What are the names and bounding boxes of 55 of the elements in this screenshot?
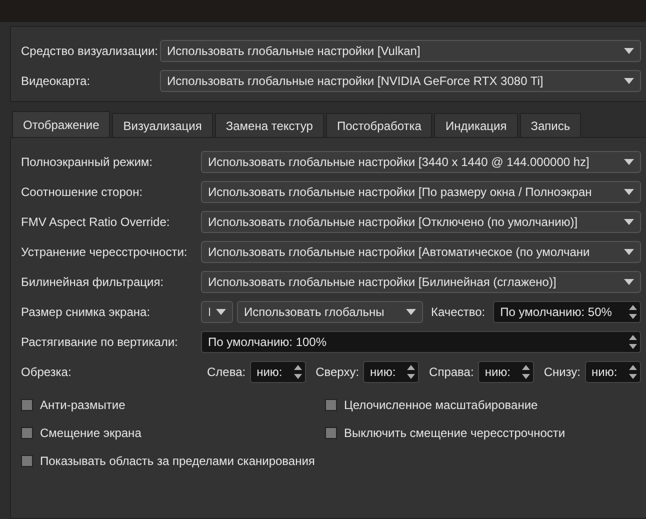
dropdown-arrow-icon	[624, 219, 634, 225]
crop-label: Снизу:	[544, 365, 581, 379]
checkbox[interactable]	[325, 427, 337, 439]
tab[interactable]: Визуализация	[112, 113, 213, 137]
checkbox-label: Показывать область за пределами сканирования	[40, 454, 315, 468]
format-dropdown[interactable]: Использовать глобальны	[237, 301, 423, 323]
dropdown-arrow-icon	[216, 309, 226, 315]
dropdown-arrow-icon	[624, 279, 634, 285]
quality-spinbox[interactable]: По умолчанию: 50%	[493, 301, 641, 323]
setting-label: Устранение чересстрочности:	[21, 245, 188, 259]
setting-dropdown[interactable]: Использовать глобальные настройки [Vulkan]	[160, 40, 641, 62]
setting-label: Соотношение сторон:	[21, 185, 144, 199]
setting-label: Билинейная фильтрация:	[21, 275, 165, 289]
setting-dropdown[interactable]: Использовать глобальные настройки [Отключено (по умолчанию)]	[201, 211, 641, 233]
setting-dropdown[interactable]: Использовать глобальные настройки [3440 x 1440 @ 144.000000 hz]	[201, 151, 641, 173]
tab[interactable]: Замена текстур	[214, 113, 324, 137]
crop-spinbox[interactable]: нию:	[363, 361, 420, 383]
checkbox[interactable]	[325, 399, 337, 411]
checkbox-label: Анти-размытие	[40, 398, 126, 412]
setting-label: Растягивание по вертикали:	[21, 335, 179, 349]
setting-label: FMV Aspect Ratio Override:	[21, 215, 171, 229]
crop-label: Слева:	[207, 365, 246, 379]
setting-dropdown[interactable]: Использовать глобальные настройки [Билинейная (сглажено)]	[201, 271, 641, 293]
setting-dropdown[interactable]: Использовать глобальные настройки [По размеру окна / Полноэкран	[201, 181, 641, 203]
checkbox[interactable]	[21, 399, 33, 411]
setting-dropdown[interactable]: Использовать глобальные настройки [Автоматическое (по умолчани	[201, 241, 641, 263]
dropdown-arrow-icon	[624, 48, 634, 54]
tab[interactable]: Запись	[520, 113, 582, 137]
dropdown-arrow-icon	[624, 249, 634, 255]
setting-dropdown[interactable]: Использовать глобальные настройки [NVIDIA GeForce RTX 3080 Ti]	[160, 70, 641, 92]
dropdown-arrow-icon	[624, 189, 634, 195]
checkbox-label: Смещение экрана	[40, 426, 142, 440]
stretch-spinbox[interactable]: По умолчанию: 100%	[201, 331, 641, 353]
tab[interactable]: Постобработка	[326, 113, 432, 137]
setting-label: Видеокарта:	[21, 74, 92, 88]
setting-label: Размер снимка экрана:	[21, 305, 152, 319]
crop-label: Сверху:	[316, 365, 360, 379]
checkbox-label: Выключить смещение чересстрочности	[344, 426, 566, 440]
setting-label: Средство визуализации:	[21, 44, 156, 58]
tab[interactable]: Отображение	[12, 111, 110, 137]
setting-label: Полноэкранный режим:	[21, 155, 154, 169]
crop-spinbox[interactable]: нию:	[250, 361, 306, 383]
size-dropdown[interactable]: I	[201, 301, 233, 323]
checkbox[interactable]	[21, 455, 33, 467]
setting-label: Обрезка:	[21, 365, 72, 379]
crop-spinbox[interactable]: нию:	[478, 361, 534, 383]
quality-label: Качество:	[431, 305, 486, 319]
checkbox[interactable]	[21, 427, 33, 439]
dropdown-arrow-icon	[624, 78, 634, 84]
crop-spinbox[interactable]: нию:	[584, 361, 641, 383]
dropdown-arrow-icon	[406, 309, 416, 315]
tab[interactable]: Индикация	[434, 113, 518, 137]
dropdown-arrow-icon	[624, 159, 634, 165]
checkbox-label: Целочисленное масштабирование	[344, 398, 538, 412]
crop-label: Справа:	[429, 365, 474, 379]
